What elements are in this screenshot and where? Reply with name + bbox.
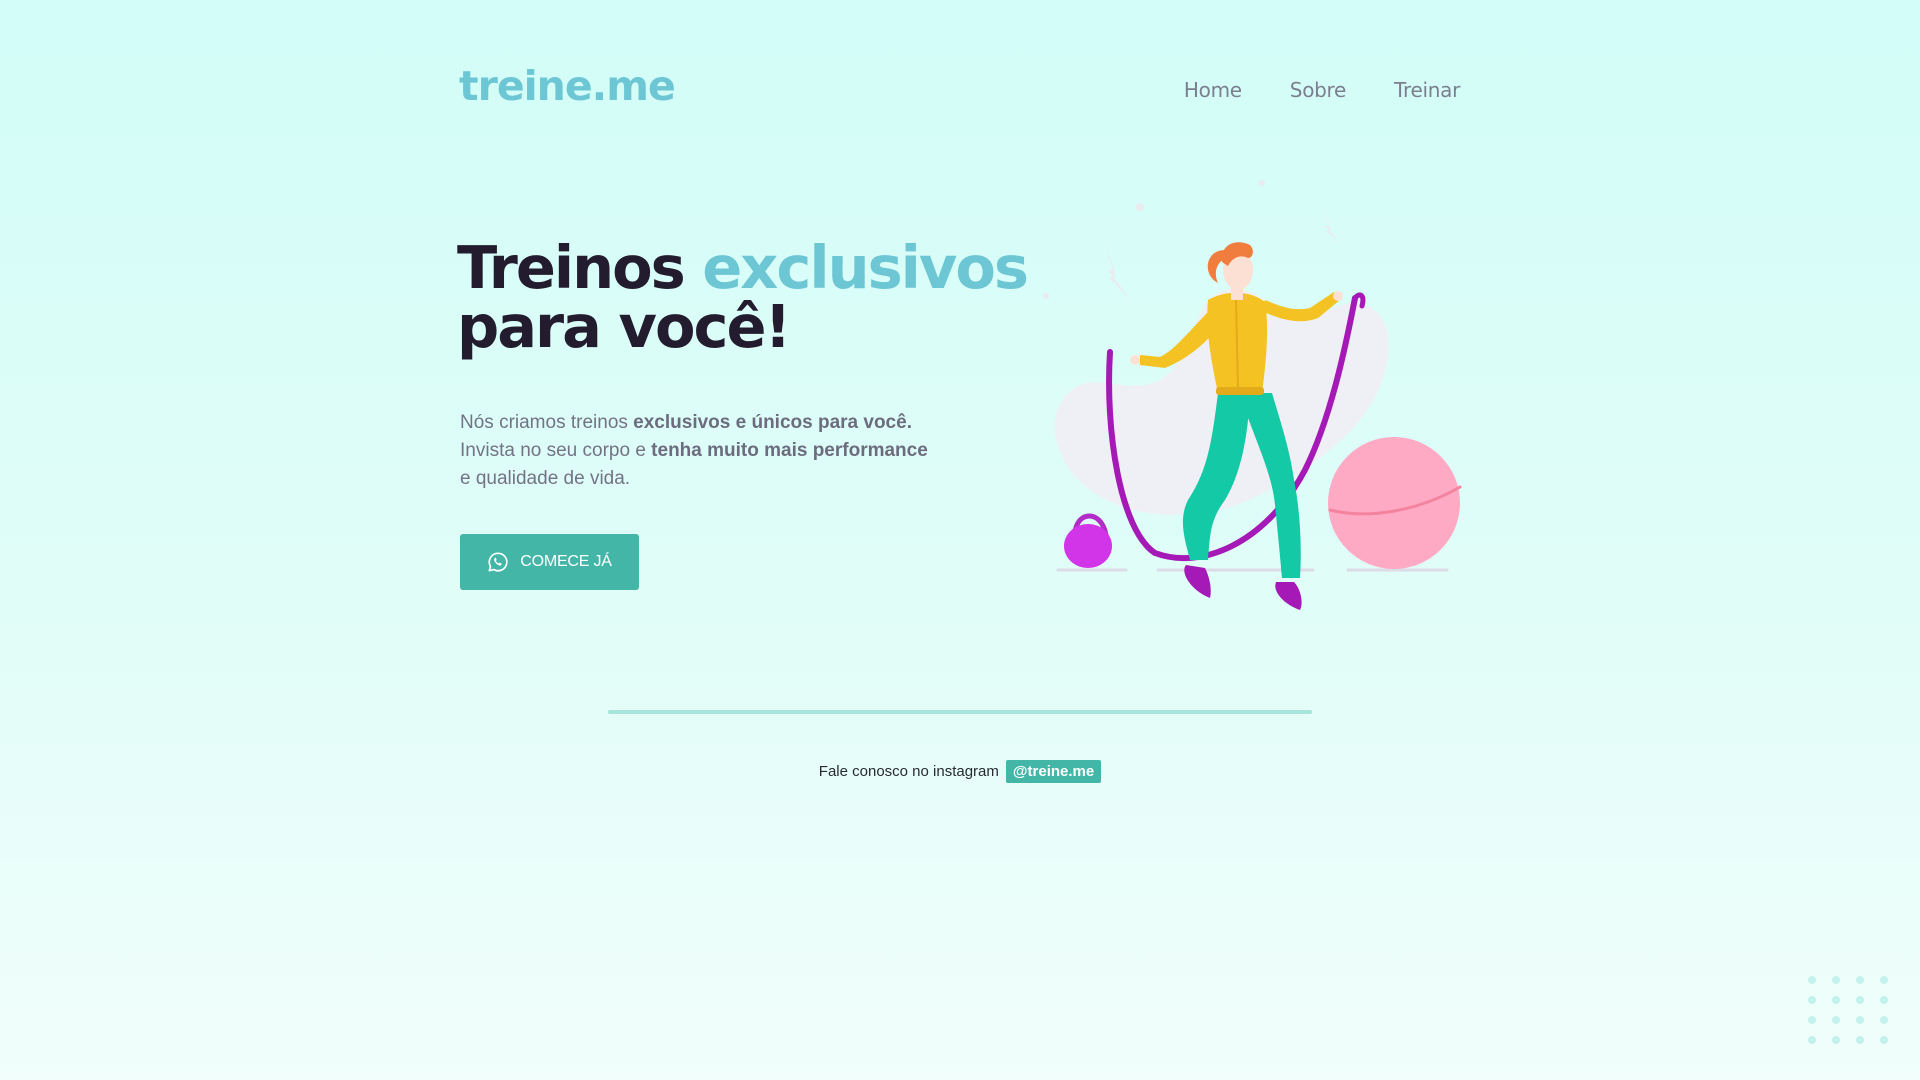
footer-contact-text: Fale conosco no instagram: [818, 763, 999, 780]
hero-desc-bold1: exclusivos e únicos para você.: [633, 412, 912, 433]
comece-ja-button[interactable]: COMECE JÁ: [460, 534, 639, 590]
main-nav: Home Sobre Treinar: [1184, 78, 1460, 102]
brand-logo[interactable]: treine.me: [459, 62, 676, 110]
hero-desc-part1: Nós criamos treinos: [460, 412, 634, 433]
hero-desc-part2: Invista no seu corpo e: [460, 440, 652, 461]
woman-jumping-rope-illustration: [1043, 180, 1462, 610]
footer-contact: Fale conosco no instagram @treine.me: [0, 760, 1920, 783]
decorative-dots-pattern: [1808, 976, 1888, 1044]
hero-desc-bold2: tenha muito mais performance: [651, 440, 928, 461]
nav-item-treinar[interactable]: Treinar: [1394, 78, 1460, 102]
hero-description: Nós criamos treinos exclusivos e únicos …: [460, 409, 980, 493]
instagram-handle-link[interactable]: @treine.me: [1005, 760, 1102, 783]
nav-item-home[interactable]: Home: [1184, 78, 1242, 102]
nav-item-sobre[interactable]: Sobre: [1290, 78, 1347, 102]
comece-ja-label: COMECE JÁ: [520, 553, 612, 570]
whatsapp-icon: [487, 551, 509, 573]
hero-title: Treinos exclusivos para você!: [457, 238, 1029, 356]
hero-title-line2: para você!: [457, 292, 791, 361]
section-divider: [608, 710, 1312, 714]
hero-desc-part3: e qualidade de vida.: [460, 468, 631, 489]
